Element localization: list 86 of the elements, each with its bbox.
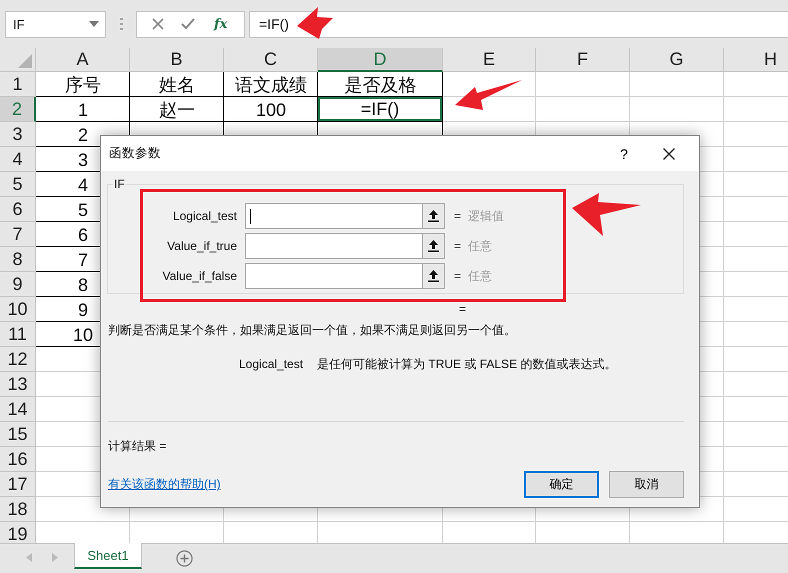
- annotation-arrow: [572, 193, 641, 236]
- table-cell[interactable]: 4: [78, 174, 88, 196]
- row-header[interactable]: 11: [0, 322, 36, 347]
- help-button[interactable]: ?: [601, 146, 647, 162]
- row-header[interactable]: 5: [0, 172, 36, 197]
- insert-function-button[interactable]: fx: [212, 16, 230, 32]
- table-cell[interactable]: 6: [78, 224, 88, 246]
- collapse-button[interactable]: [422, 263, 445, 289]
- table-cell[interactable]: 1: [78, 98, 88, 120]
- dialog-button[interactable]: 取消: [609, 471, 684, 498]
- dialog-title: 函数参数: [109, 145, 162, 162]
- column-header[interactable]: B: [130, 48, 224, 72]
- column-header[interactable]: E: [443, 48, 536, 72]
- formula-field[interactable]: =IF(): [249, 10, 788, 38]
- value-hint: 逻辑值: [468, 208, 504, 224]
- row-header[interactable]: 8: [0, 247, 36, 272]
- collapse-button[interactable]: [422, 203, 445, 229]
- annotation-arrow: [455, 80, 522, 110]
- name-box[interactable]: IF: [5, 10, 106, 38]
- upload-arrow-icon: [428, 210, 439, 222]
- column-header[interactable]: A: [36, 48, 130, 72]
- dropdown-caret-icon[interactable]: [89, 21, 99, 27]
- argument-name: Logical_test: [239, 356, 304, 373]
- row-header[interactable]: 2: [0, 97, 36, 122]
- column-header[interactable]: F: [536, 48, 630, 72]
- column-header[interactable]: D: [318, 48, 443, 72]
- group-label: IF: [113, 177, 126, 191]
- table-cell[interactable]: 是否及格: [344, 74, 416, 96]
- equals-sign: =: [454, 209, 462, 223]
- column-header[interactable]: G: [630, 48, 724, 72]
- equals-sign: =: [454, 269, 462, 283]
- upload-arrow-icon: [428, 240, 439, 252]
- column-header[interactable]: C: [224, 48, 318, 72]
- sheet-tab[interactable]: Sheet1: [74, 543, 142, 569]
- table-cell[interactable]: 10: [72, 324, 94, 346]
- result-preview: =: [459, 301, 468, 317]
- grip-icon[interactable]: [120, 18, 123, 30]
- function-description: 判断是否满足某个条件，如果满足返回一个值，如果不满足则返回另一个值。: [108, 322, 517, 339]
- table-cell[interactable]: 序号: [65, 74, 101, 96]
- table-cell[interactable]: 赵一: [159, 98, 195, 120]
- row-header[interactable]: 4: [0, 147, 36, 172]
- row-header[interactable]: 18: [0, 497, 36, 522]
- cancel-icon[interactable]: [152, 18, 164, 30]
- dialog-button[interactable]: 确定: [524, 471, 599, 498]
- input-field[interactable]: [245, 233, 422, 259]
- upload-arrow-icon: [428, 270, 439, 282]
- check-icon[interactable]: [180, 18, 195, 30]
- row-header[interactable]: 14: [0, 397, 36, 422]
- table-cell[interactable]: 9: [78, 298, 88, 320]
- value-hint: 任意: [468, 268, 492, 284]
- row-header[interactable]: 19: [0, 522, 36, 543]
- argument-label: Value_if_false: [162, 269, 238, 283]
- add-sheet-icon[interactable]: [176, 550, 193, 567]
- table-cell[interactable]: 2: [78, 124, 88, 146]
- row-header[interactable]: 12: [0, 347, 36, 372]
- table-cell[interactable]: 8: [78, 274, 88, 296]
- table-cell[interactable]: 100: [256, 98, 286, 120]
- column-header[interactable]: H: [724, 48, 788, 72]
- table-cell[interactable]: 语文成绩: [235, 74, 307, 96]
- row-header[interactable]: 17: [0, 472, 36, 497]
- close-icon[interactable]: [663, 148, 675, 160]
- row-header[interactable]: 16: [0, 447, 36, 472]
- row-header[interactable]: 13: [0, 372, 36, 397]
- table-cell[interactable]: 5: [78, 198, 88, 220]
- annotation-arrow: [297, 6, 333, 39]
- help-link[interactable]: 有关该函数的帮助(H): [108, 476, 514, 493]
- collapse-button[interactable]: [422, 233, 445, 259]
- input-field[interactable]: [245, 263, 422, 289]
- table-cell[interactable]: 3: [78, 148, 88, 170]
- argument-label: Logical_test: [172, 209, 238, 223]
- argument-description: 是任何可能被计算为 TRUE 或 FALSE 的数值或表达式。: [317, 356, 616, 373]
- argument-label: Value_if_true: [166, 239, 238, 253]
- row-header[interactable]: 3: [0, 122, 36, 147]
- table-cell[interactable]: =IF(): [318, 97, 442, 121]
- row-header[interactable]: 15: [0, 422, 36, 447]
- input-field[interactable]: [245, 203, 422, 229]
- value-hint: 任意: [468, 238, 492, 254]
- row-header[interactable]: 1: [0, 72, 36, 97]
- equals-sign: =: [454, 239, 462, 253]
- row-header[interactable]: 9: [0, 272, 36, 297]
- table-cell[interactable]: 姓名: [159, 74, 195, 96]
- result-label: 计算结果 =: [108, 438, 168, 455]
- row-header[interactable]: 7: [0, 222, 36, 247]
- table-cell[interactable]: 7: [78, 248, 88, 270]
- row-header[interactable]: 6: [0, 197, 36, 222]
- row-header[interactable]: 10: [0, 297, 36, 322]
